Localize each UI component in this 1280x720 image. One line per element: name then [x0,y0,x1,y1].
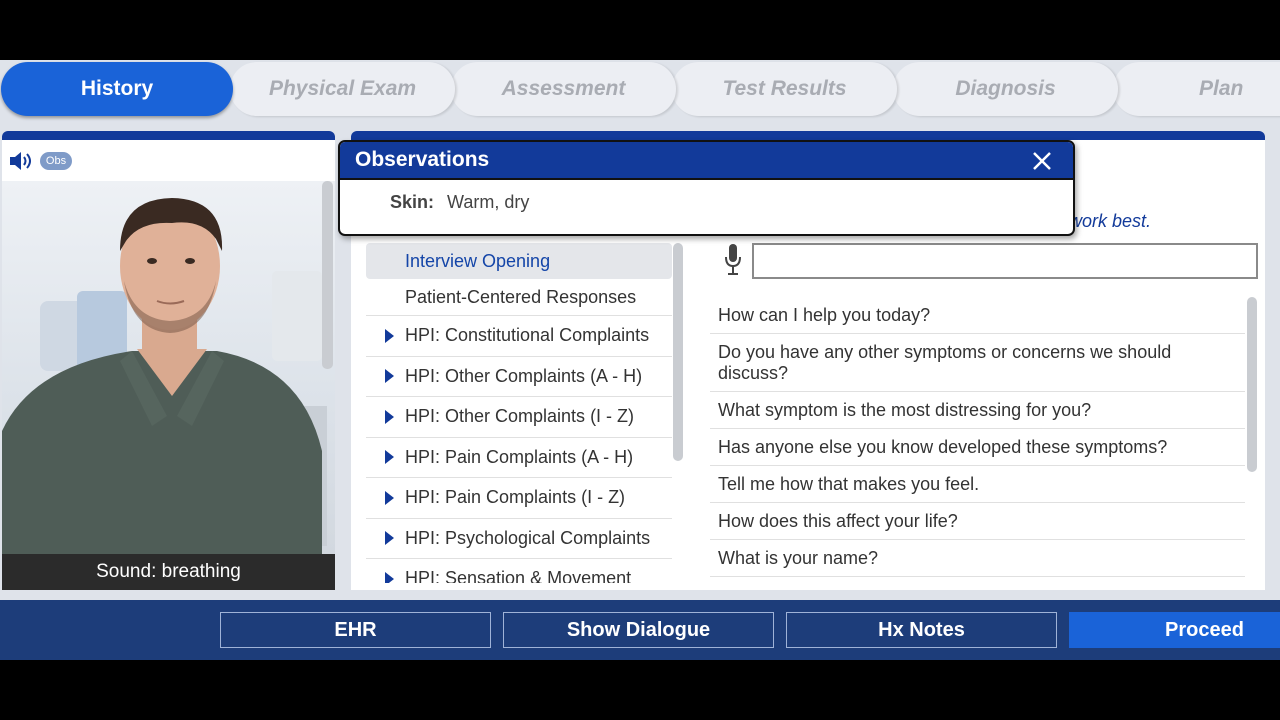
hint-text: work best. [1069,211,1152,231]
category-patient-centered-responses[interactable]: Patient-Centered Responses [366,279,672,316]
tab-physical-exam[interactable]: Physical Exam [230,62,455,116]
patient-panel: Obs Sound: breathing [2,131,335,590]
tab-test-results[interactable]: Test Results [672,62,897,116]
question-list-scrollbar[interactable] [1247,297,1257,472]
category-hpi-psychological[interactable]: HPI: Psychological Complaints [366,519,672,559]
speaker-icon[interactable] [8,150,34,172]
question-item[interactable]: Has anyone else you know developed these… [710,429,1245,466]
observations-header: Observations [340,142,1073,180]
proceed-button[interactable]: Proceed [1069,612,1280,648]
category-hpi-other-a-h[interactable]: HPI: Other Complaints (A - H) [366,357,672,397]
hx-notes-button[interactable]: Hx Notes [786,612,1057,648]
observation-value: Warm, dry [447,192,530,212]
category-list-scrollbar[interactable] [673,243,683,461]
bottom-action-bar: EHR Show Dialogue Hx Notes Proceed [0,600,1280,660]
patient-image [2,181,335,555]
observations-popup: Observations Skin: Warm, dry [338,140,1075,236]
question-category-list: Interview Opening Patient-Centered Respo… [366,243,672,583]
question-item[interactable]: How does this affect your life? [710,503,1245,540]
expand-arrow-icon[interactable] [385,450,394,465]
patient-toolbar: Obs [2,140,335,181]
close-icon[interactable] [1031,150,1053,172]
show-dialogue-button[interactable]: Show Dialogue [503,612,774,648]
category-hpi-pain-i-z[interactable]: HPI: Pain Complaints (I - Z) [366,478,672,519]
microphone-icon[interactable] [723,243,743,277]
tab-plan[interactable]: Plan [1113,62,1280,116]
ehr-button[interactable]: EHR [220,612,491,648]
category-interview-opening[interactable]: Interview Opening [366,243,672,279]
question-item[interactable]: What symptom is the most distressing for… [710,392,1245,429]
expand-arrow-icon[interactable] [385,328,394,343]
expand-arrow-icon[interactable] [385,409,394,424]
observation-label: Skin: [390,192,435,212]
patient-panel-scrollbar[interactable] [322,181,333,369]
category-hpi-sensation-movement[interactable]: HPI: Sensation & Movement [366,559,672,583]
question-item[interactable]: Do you have any other symptoms or concer… [710,334,1245,392]
expand-arrow-icon[interactable] [385,571,394,583]
question-item[interactable]: Tell me how that makes you feel. [710,466,1245,503]
tab-history[interactable]: History [1,62,233,116]
question-item[interactable]: What is your name? [710,540,1245,577]
question-item[interactable]: How can I help you today? [710,297,1245,334]
expand-arrow-icon[interactable] [385,490,394,505]
expand-arrow-icon[interactable] [385,531,394,546]
case-simulation-app: Plan Diagnosis Test Results Assessment P… [0,60,1280,660]
workflow-tabs: Plan Diagnosis Test Results Assessment P… [0,60,1280,120]
tab-diagnosis[interactable]: Diagnosis [893,62,1118,116]
observations-title: Observations [355,148,490,171]
category-hpi-constitutional[interactable]: HPI: Constitutional Complaints [366,316,672,357]
patient-avatar [2,198,327,555]
expand-arrow-icon[interactable] [385,369,394,384]
sound-caption: Sound: breathing [2,554,335,590]
category-hpi-other-i-z[interactable]: HPI: Other Complaints (I - Z) [366,397,672,438]
tab-assessment[interactable]: Assessment [451,62,676,116]
observations-body: Skin: Warm, dry [340,180,1073,213]
question-input[interactable] [752,243,1258,279]
category-hpi-pain-a-h[interactable]: HPI: Pain Complaints (A - H) [366,438,672,478]
observations-badge[interactable]: Obs [40,151,72,170]
question-list: How can I help you today? Do you have an… [710,297,1245,587]
